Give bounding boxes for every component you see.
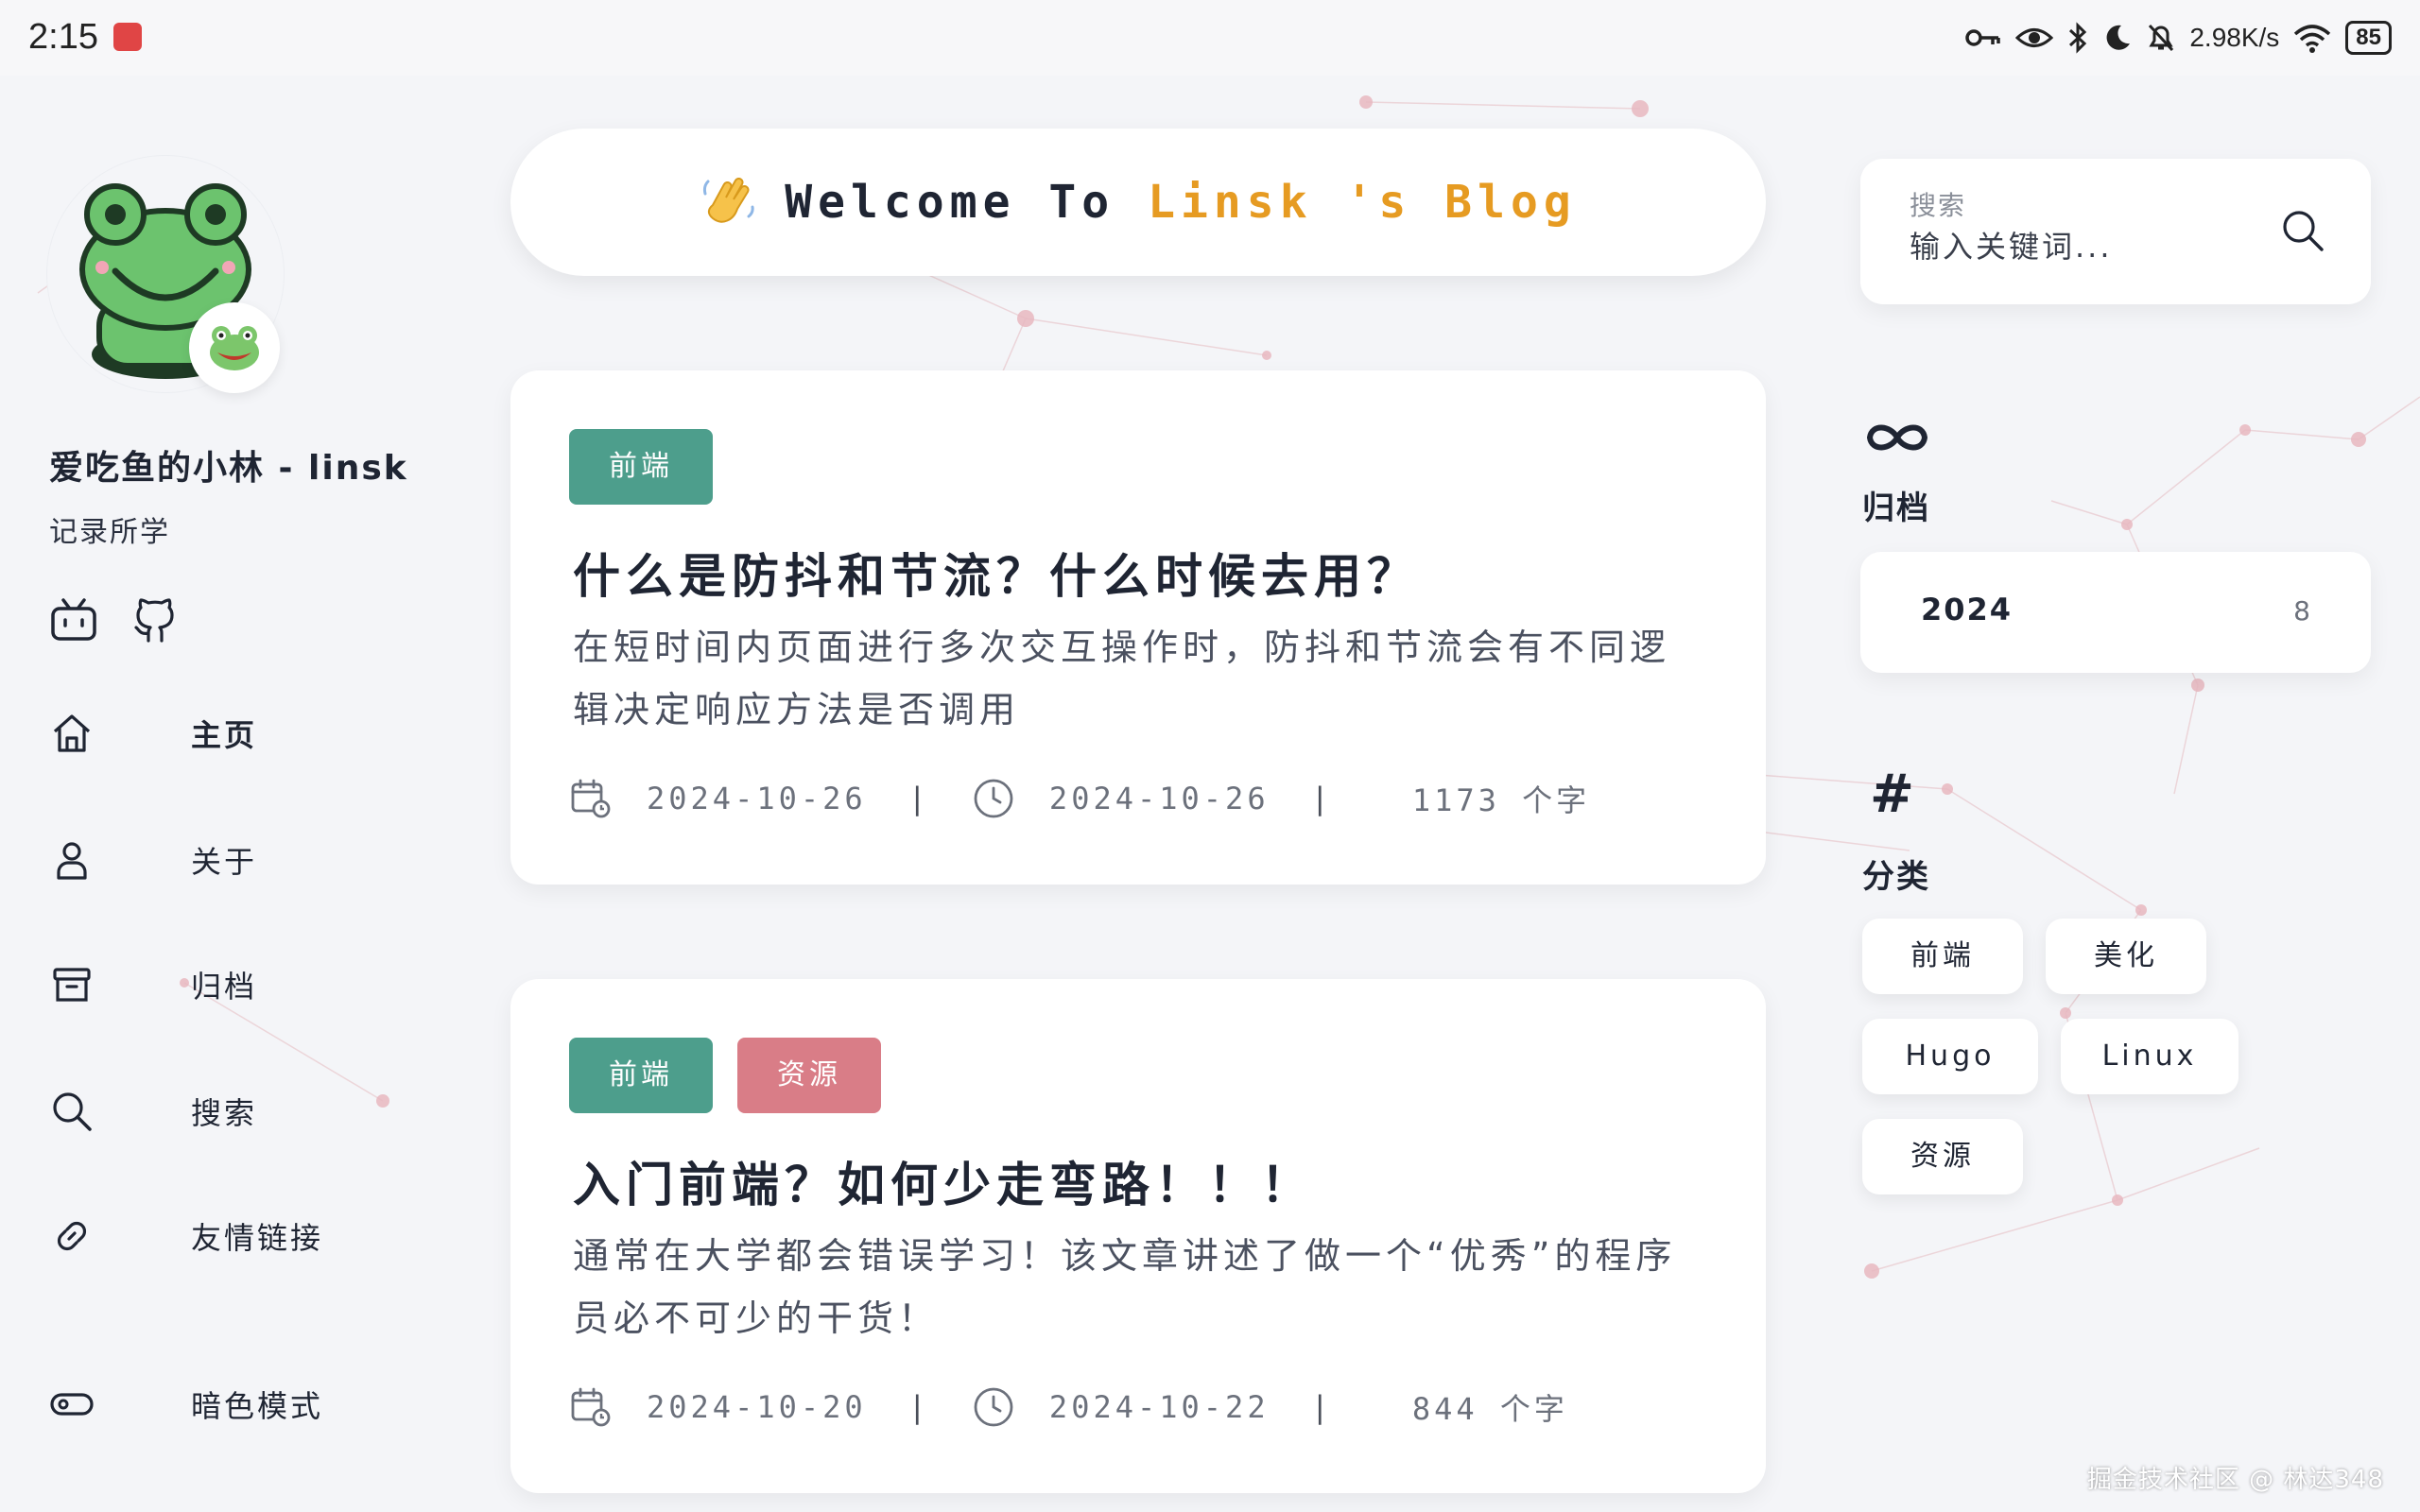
post-description: 通常在大学都会错误学习！该文章讲述了做一个“优秀”的程序员必不可少的干货！ — [573, 1235, 1677, 1339]
app-notification-icon — [113, 23, 142, 51]
post-description: 在短时间内页面进行多次交互操作时，防抖和节流会有不同逻辑决定响应方法是否调用 — [573, 627, 1671, 730]
mute-bell-icon — [2149, 24, 2174, 52]
search-icon — [49, 1089, 95, 1134]
category-tag[interactable]: Hugo — [1862, 1019, 2038, 1094]
search-input[interactable] — [1910, 229, 2269, 265]
archive-icon — [49, 962, 95, 1007]
nav-about-label: 关于 — [191, 844, 258, 880]
category-tag[interactable]: Linux — [2061, 1019, 2238, 1094]
link-icon — [49, 1213, 95, 1259]
search-label: 搜索 — [1910, 190, 1967, 221]
hash-icon: # — [1870, 764, 1914, 825]
search-button[interactable] — [2278, 206, 2327, 255]
bilibili-link[interactable] — [47, 593, 100, 646]
nav-archive[interactable]: 归档 — [49, 947, 427, 1022]
category-tag[interactable]: 前端 — [1862, 919, 2023, 994]
eye-icon — [2015, 28, 2054, 47]
search-widget: 搜索 — [1860, 159, 2371, 304]
post-tag[interactable]: 前端 — [569, 1038, 713, 1113]
wifi-icon — [2294, 25, 2331, 53]
post-tag[interactable]: 资源 — [737, 1038, 881, 1113]
dark-mode-toggle[interactable]: 暗色模式 — [49, 1366, 427, 1442]
welcome-banner: Welcome To Linsk 's Blog — [510, 129, 1766, 276]
category-title: 分类 — [1862, 858, 1930, 896]
calendar-icon — [571, 1387, 611, 1427]
category-tag[interactable]: 资源 — [1862, 1119, 2023, 1194]
nav-friend-links[interactable]: 友情链接 — [49, 1198, 427, 1274]
moon-icon — [2106, 25, 2131, 50]
post-updated-date: 2024-10-26 — [1048, 781, 1270, 816]
meta-separator: | — [1310, 1389, 1333, 1425]
welcome-highlight: Linsk 's Blog — [1148, 176, 1577, 229]
toggle-icon — [49, 1382, 95, 1427]
archive-count: 8 — [2293, 595, 2310, 627]
user-icon — [49, 837, 95, 883]
search-icon — [2283, 211, 2324, 251]
post-card[interactable]: 前端 什么是防抖和节流？什么时候去用？ 在短时间内页面进行多次交互操作时，防抖和… — [510, 370, 1766, 885]
meta-separator: | — [1310, 781, 1333, 816]
dark-mode-label: 暗色模式 — [191, 1388, 324, 1424]
meta-separator: | — [908, 1389, 930, 1425]
post-word-count: 1173 个字 — [1411, 782, 1591, 818]
infinity-icon — [1866, 424, 1928, 451]
post-tags: 前端 资源 — [569, 1038, 881, 1113]
post-tag[interactable]: 前端 — [569, 429, 713, 505]
nav-home[interactable]: 主页 — [49, 696, 427, 771]
welcome-prefix: Welcome To — [785, 176, 1149, 229]
bluetooth-icon — [2069, 22, 2087, 54]
post-updated-date: 2024-10-22 — [1048, 1389, 1270, 1425]
bilibili-icon — [51, 598, 96, 641]
post-created-date: 2024-10-20 — [647, 1389, 867, 1425]
frog-emoji-badge — [189, 302, 280, 393]
clock-icon — [974, 1387, 1013, 1427]
home-icon — [49, 711, 95, 756]
frog-emoji-icon — [210, 326, 259, 370]
post-meta: 2024-10-20 | 2024-10-22 | 844 个字 — [569, 1385, 1568, 1429]
battery-indicator: 85 — [2345, 21, 2392, 55]
category-tag[interactable]: 美化 — [2046, 919, 2206, 994]
watermark: 掘金技术社区 @ 林达348 — [2086, 1466, 2384, 1494]
nav-home-label: 主页 — [191, 717, 258, 753]
nav-friend-links-label: 友情链接 — [191, 1220, 324, 1256]
status-bar: 2:15 2.98K/s 85 — [0, 0, 2420, 76]
post-created-date: 2024-10-26 — [647, 781, 867, 816]
waving-hand-icon — [703, 178, 754, 223]
calendar-icon — [571, 779, 611, 818]
nav-search-label: 搜索 — [191, 1095, 258, 1131]
archive-year-item[interactable]: 2024 8 — [1860, 552, 2371, 673]
nav-search[interactable]: 搜索 — [49, 1074, 427, 1149]
status-indicators: 2.98K/s 85 — [1964, 15, 2392, 60]
site-title[interactable]: 爱吃鱼的小林 - linsk — [49, 440, 408, 490]
clock-icon — [974, 779, 1013, 818]
nav-about[interactable]: 关于 — [49, 822, 427, 898]
post-meta: 2024-10-26 | 2024-10-26 | 1173 个字 — [569, 777, 1590, 820]
post-title[interactable]: 什么是防抖和节流？什么时候去用？ — [573, 539, 1420, 607]
network-speed: 2.98K/s — [2189, 23, 2280, 52]
post-title[interactable]: 入门前端？如何少走弯路！！！ — [573, 1147, 1314, 1215]
archive-year: 2024 — [1921, 592, 2014, 627]
post-card[interactable]: 前端 资源 入门前端？如何少走弯路！！！ 通常在大学都会错误学习！该文章讲述了做… — [510, 979, 1766, 1493]
post-tags: 前端 — [569, 429, 713, 505]
meta-separator: | — [908, 781, 930, 816]
post-word-count: 844 个字 — [1411, 1391, 1568, 1427]
key-icon — [1965, 29, 2001, 46]
welcome-text: Welcome To Linsk 's Blog — [785, 176, 1577, 229]
github-icon — [134, 598, 174, 643]
archive-title: 归档 — [1862, 490, 1930, 527]
github-link[interactable] — [129, 593, 182, 646]
status-time: 2:15 — [28, 17, 98, 57]
nav-archive-label: 归档 — [191, 969, 258, 1005]
site-subtitle: 记录所学 — [49, 516, 170, 549]
